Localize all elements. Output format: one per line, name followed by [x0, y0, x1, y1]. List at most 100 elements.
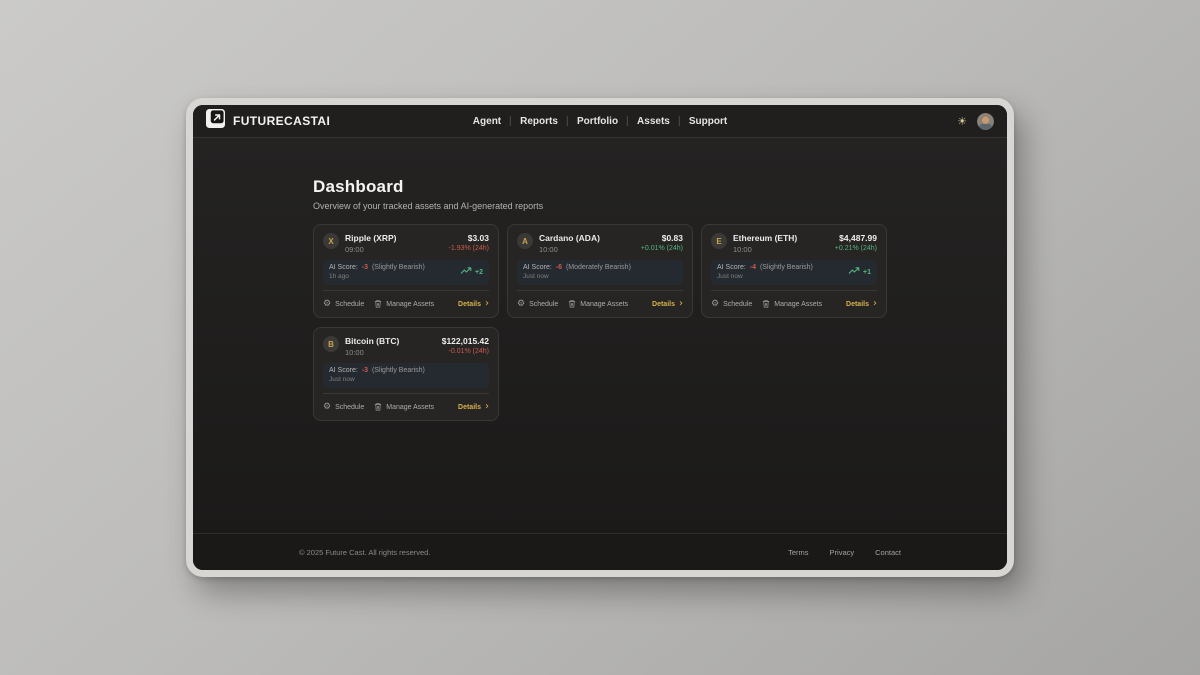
trend-indicator: +2 — [460, 267, 483, 277]
app-footer: © 2025 Future Cast. All rights reserved.… — [193, 533, 1007, 570]
details-button[interactable]: Details › — [458, 299, 489, 309]
trash-icon — [762, 299, 770, 310]
trash-icon — [374, 402, 382, 413]
details-button[interactable]: Details › — [458, 402, 489, 412]
asset-time: 10:00 — [733, 245, 797, 254]
asset-price: $122,015.42 — [442, 336, 489, 346]
ai-score-label: AI Score: — [717, 264, 746, 271]
trend-value: +1 — [863, 269, 871, 276]
nav-agent[interactable]: Agent — [473, 116, 501, 127]
footer-link-contact[interactable]: Contact — [875, 548, 901, 557]
brand-logo[interactable]: FUTURECASTAI — [206, 109, 330, 133]
gear-icon: ⚙ — [711, 300, 719, 309]
ai-score-box: AI Score: -6 (Moderately Bearish) Just n… — [517, 260, 683, 285]
manage-assets-button[interactable]: Manage Assets — [568, 299, 628, 310]
asset-card-cardano: A Cardano (ADA) 10:00 $0.83 +0.01% (24h)… — [507, 224, 693, 318]
gear-icon: ⚙ — [517, 300, 525, 309]
asset-name: Ripple (XRP) — [345, 233, 396, 243]
asset-change: -0.01% (24h) — [442, 348, 489, 355]
ai-score-value: -4 — [750, 264, 756, 271]
manage-assets-button[interactable]: Manage Assets — [374, 402, 434, 413]
card-actions: ⚙ Schedule Manage Assets Details › — [711, 290, 877, 317]
trend-indicator: +1 — [848, 267, 871, 277]
trend-value: +2 — [475, 269, 483, 276]
main-content: Dashboard Overview of your tracked asset… — [193, 138, 1007, 533]
asset-change: -1.93% (24h) — [449, 245, 489, 252]
details-button[interactable]: Details › — [846, 299, 877, 309]
ai-score-label: AI Score: — [329, 367, 358, 374]
schedule-label: Schedule — [723, 301, 752, 308]
ai-score-box: AI Score: -3 (Slightly Bearish) 1h ago +… — [323, 260, 489, 285]
ai-score-value: -3 — [362, 264, 368, 271]
asset-change: +0.21% (24h) — [835, 245, 877, 252]
manage-assets-button[interactable]: Manage Assets — [374, 299, 434, 310]
nav-divider — [510, 116, 511, 126]
footer-links: Terms Privacy Contact — [788, 548, 901, 557]
schedule-button[interactable]: ⚙ Schedule — [517, 300, 558, 309]
manage-assets-button[interactable]: Manage Assets — [762, 299, 822, 310]
ai-score-text: AI Score: -6 (Moderately Bearish) Just n… — [523, 264, 631, 280]
card-header: B Bitcoin (BTC) 10:00 $122,015.42 -0.01%… — [323, 336, 489, 357]
ai-score-value: -3 — [362, 367, 368, 374]
schedule-button[interactable]: ⚙ Schedule — [323, 403, 364, 412]
app-header: FUTURECASTAI Agent Reports Portfolio Ass… — [193, 105, 1007, 138]
nav-reports[interactable]: Reports — [520, 116, 558, 127]
card-actions: ⚙ Schedule Manage Assets Details › — [323, 290, 489, 317]
details-label: Details — [652, 301, 675, 308]
futurecast-logo-icon — [206, 109, 225, 133]
trending-up-icon — [460, 267, 472, 277]
ai-score-label: AI Score: — [523, 264, 552, 271]
asset-price: $0.83 — [641, 233, 683, 243]
asset-initial-badge: X — [323, 233, 339, 249]
schedule-button[interactable]: ⚙ Schedule — [711, 300, 752, 309]
nav-divider — [567, 116, 568, 126]
ai-score-timestamp: Just now — [523, 273, 631, 280]
asset-price: $4,487.99 — [835, 233, 877, 243]
asset-identity: Ethereum (ETH) 10:00 — [733, 233, 797, 254]
header-actions: ☀ — [957, 113, 994, 130]
schedule-label: Schedule — [335, 301, 364, 308]
nav-assets[interactable]: Assets — [637, 116, 670, 127]
asset-pricing: $0.83 +0.01% (24h) — [641, 233, 683, 252]
ai-score-timestamp: Just now — [329, 376, 425, 383]
card-actions: ⚙ Schedule Manage Assets Details › — [517, 290, 683, 317]
nav-divider — [627, 116, 628, 126]
asset-card-ethereum: E Ethereum (ETH) 10:00 $4,487.99 +0.21% … — [701, 224, 887, 318]
trending-up-icon — [848, 267, 860, 277]
copyright-text: © 2025 Future Cast. All rights reserved. — [299, 548, 430, 557]
card-actions: ⚙ Schedule Manage Assets Details › — [323, 393, 489, 420]
asset-time: 10:00 — [539, 245, 600, 254]
asset-initial-badge: E — [711, 233, 727, 249]
schedule-button[interactable]: ⚙ Schedule — [323, 300, 364, 309]
asset-identity: Cardano (ADA) 10:00 — [539, 233, 600, 254]
nav-support[interactable]: Support — [689, 116, 727, 127]
manage-assets-label: Manage Assets — [580, 301, 628, 308]
asset-identity: Ripple (XRP) 09:00 — [345, 233, 396, 254]
asset-name: Ethereum (ETH) — [733, 233, 797, 243]
asset-time: 09:00 — [345, 245, 396, 254]
card-header: X Ripple (XRP) 09:00 $3.03 -1.93% (24h) — [323, 233, 489, 254]
details-label: Details — [458, 404, 481, 411]
card-header: E Ethereum (ETH) 10:00 $4,487.99 +0.21% … — [711, 233, 877, 254]
ai-sentiment: (Slightly Bearish) — [760, 264, 813, 271]
ai-score-box: AI Score: -4 (Slightly Bearish) Just now… — [711, 260, 877, 285]
ai-sentiment: (Moderately Bearish) — [566, 264, 631, 271]
asset-card-grid: X Ripple (XRP) 09:00 $3.03 -1.93% (24h) … — [313, 224, 887, 421]
footer-link-privacy[interactable]: Privacy — [830, 548, 855, 557]
nav-portfolio[interactable]: Portfolio — [577, 116, 618, 127]
manage-assets-label: Manage Assets — [774, 301, 822, 308]
ai-score-box: AI Score: -3 (Slightly Bearish) Just now — [323, 363, 489, 388]
user-avatar[interactable] — [977, 113, 994, 130]
asset-pricing: $3.03 -1.93% (24h) — [449, 233, 489, 252]
footer-link-terms[interactable]: Terms — [788, 548, 808, 557]
card-header: A Cardano (ADA) 10:00 $0.83 +0.01% (24h) — [517, 233, 683, 254]
ai-score-text: AI Score: -3 (Slightly Bearish) 1h ago — [329, 264, 425, 280]
gear-icon: ⚙ — [323, 403, 331, 412]
theme-toggle-sun-icon[interactable]: ☀ — [957, 116, 967, 127]
details-label: Details — [458, 301, 481, 308]
trash-icon — [568, 299, 576, 310]
ai-score-value: -6 — [556, 264, 562, 271]
asset-change: +0.01% (24h) — [641, 245, 683, 252]
ai-sentiment: (Slightly Bearish) — [372, 264, 425, 271]
details-button[interactable]: Details › — [652, 299, 683, 309]
